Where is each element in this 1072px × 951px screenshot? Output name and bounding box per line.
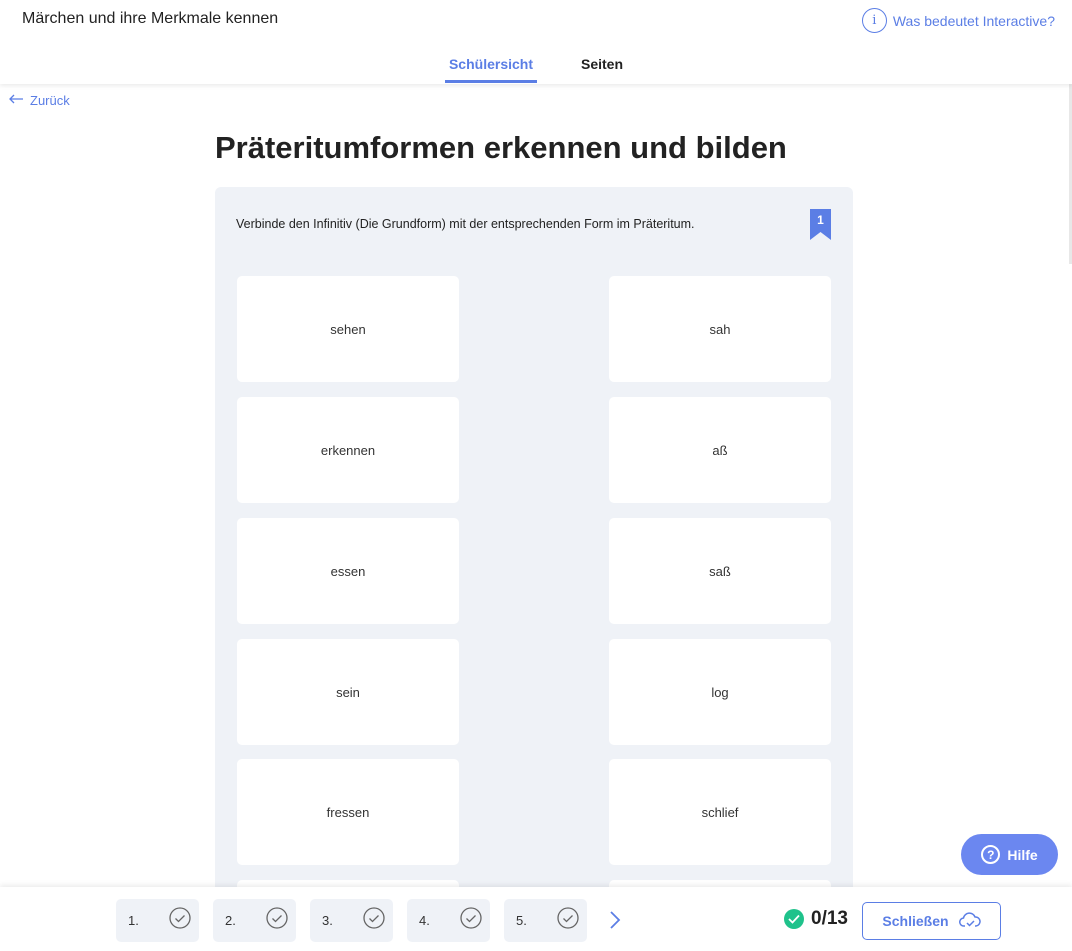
- app-title: Märchen und ihre Merkmale kennen: [22, 10, 279, 27]
- check-circle-icon: [557, 907, 579, 934]
- left-card[interactable]: sein: [237, 639, 459, 745]
- footer: 1. 2. 3. 4. 5. 0/13 Schließen: [0, 887, 1072, 951]
- chevron-right-icon[interactable]: [606, 909, 624, 931]
- step-number: 3.: [322, 913, 333, 928]
- check-circle-icon: [363, 907, 385, 934]
- view-tabs: Schülersicht Seiten: [0, 56, 1072, 83]
- back-link[interactable]: Zurück: [8, 92, 70, 108]
- check-circle-icon: [169, 907, 191, 934]
- right-card[interactable]: saß: [609, 518, 831, 624]
- tab-pages[interactable]: Seiten: [577, 56, 627, 83]
- step-number: 2.: [225, 913, 236, 928]
- help-button[interactable]: ? Hilfe: [961, 834, 1058, 875]
- back-label: Zurück: [30, 92, 70, 108]
- step-number: 1.: [128, 913, 139, 928]
- left-card[interactable]: sehen: [237, 276, 459, 382]
- page-title: Präteritumformen erkennen und bilden: [215, 130, 787, 165]
- bookmark-icon: 1: [810, 209, 831, 240]
- help-label: Hilfe: [1007, 846, 1038, 863]
- step-number: 5.: [516, 913, 527, 928]
- score-indicator: 0/13: [784, 908, 848, 930]
- close-label: Schließen: [882, 913, 949, 929]
- step-1[interactable]: 1.: [116, 899, 199, 942]
- info-link[interactable]: i Was bedeutet Interactive?: [861, 8, 1055, 33]
- check-icon: [784, 909, 804, 929]
- step-3[interactable]: 3.: [310, 899, 393, 942]
- exercise-number: 1: [817, 213, 824, 227]
- cloud-check-icon: [958, 911, 981, 931]
- left-card[interactable]: fressen: [237, 759, 459, 865]
- left-card[interactable]: essen: [237, 518, 459, 624]
- exercise-panel: Verbinde den Infinitiv (Die Grundform) m…: [215, 187, 853, 907]
- info-icon: i: [861, 8, 887, 33]
- exercise-instruction: Verbinde den Infinitiv (Die Grundform) m…: [236, 217, 695, 231]
- question-icon: ?: [981, 845, 1001, 864]
- info-link-label: Was bedeutet Interactive?: [892, 12, 1055, 29]
- step-5[interactable]: 5.: [504, 899, 587, 942]
- tab-student-view[interactable]: Schülersicht: [444, 56, 537, 83]
- check-circle-icon: [460, 907, 482, 934]
- step-number: 4.: [419, 913, 430, 928]
- score-value: 0/13: [811, 908, 848, 929]
- arrow-left-icon: [8, 92, 24, 108]
- step-2[interactable]: 2.: [213, 899, 296, 942]
- step-4[interactable]: 4.: [407, 899, 490, 942]
- header: Märchen und ihre Merkmale kennen i Was b…: [0, 0, 1072, 84]
- right-card[interactable]: aß: [609, 397, 831, 503]
- right-card[interactable]: log: [609, 639, 831, 745]
- close-button[interactable]: Schließen: [862, 902, 1001, 940]
- left-card[interactable]: erkennen: [237, 397, 459, 503]
- right-card[interactable]: sah: [609, 276, 831, 382]
- right-card[interactable]: schlief: [609, 759, 831, 865]
- check-circle-icon: [266, 907, 288, 934]
